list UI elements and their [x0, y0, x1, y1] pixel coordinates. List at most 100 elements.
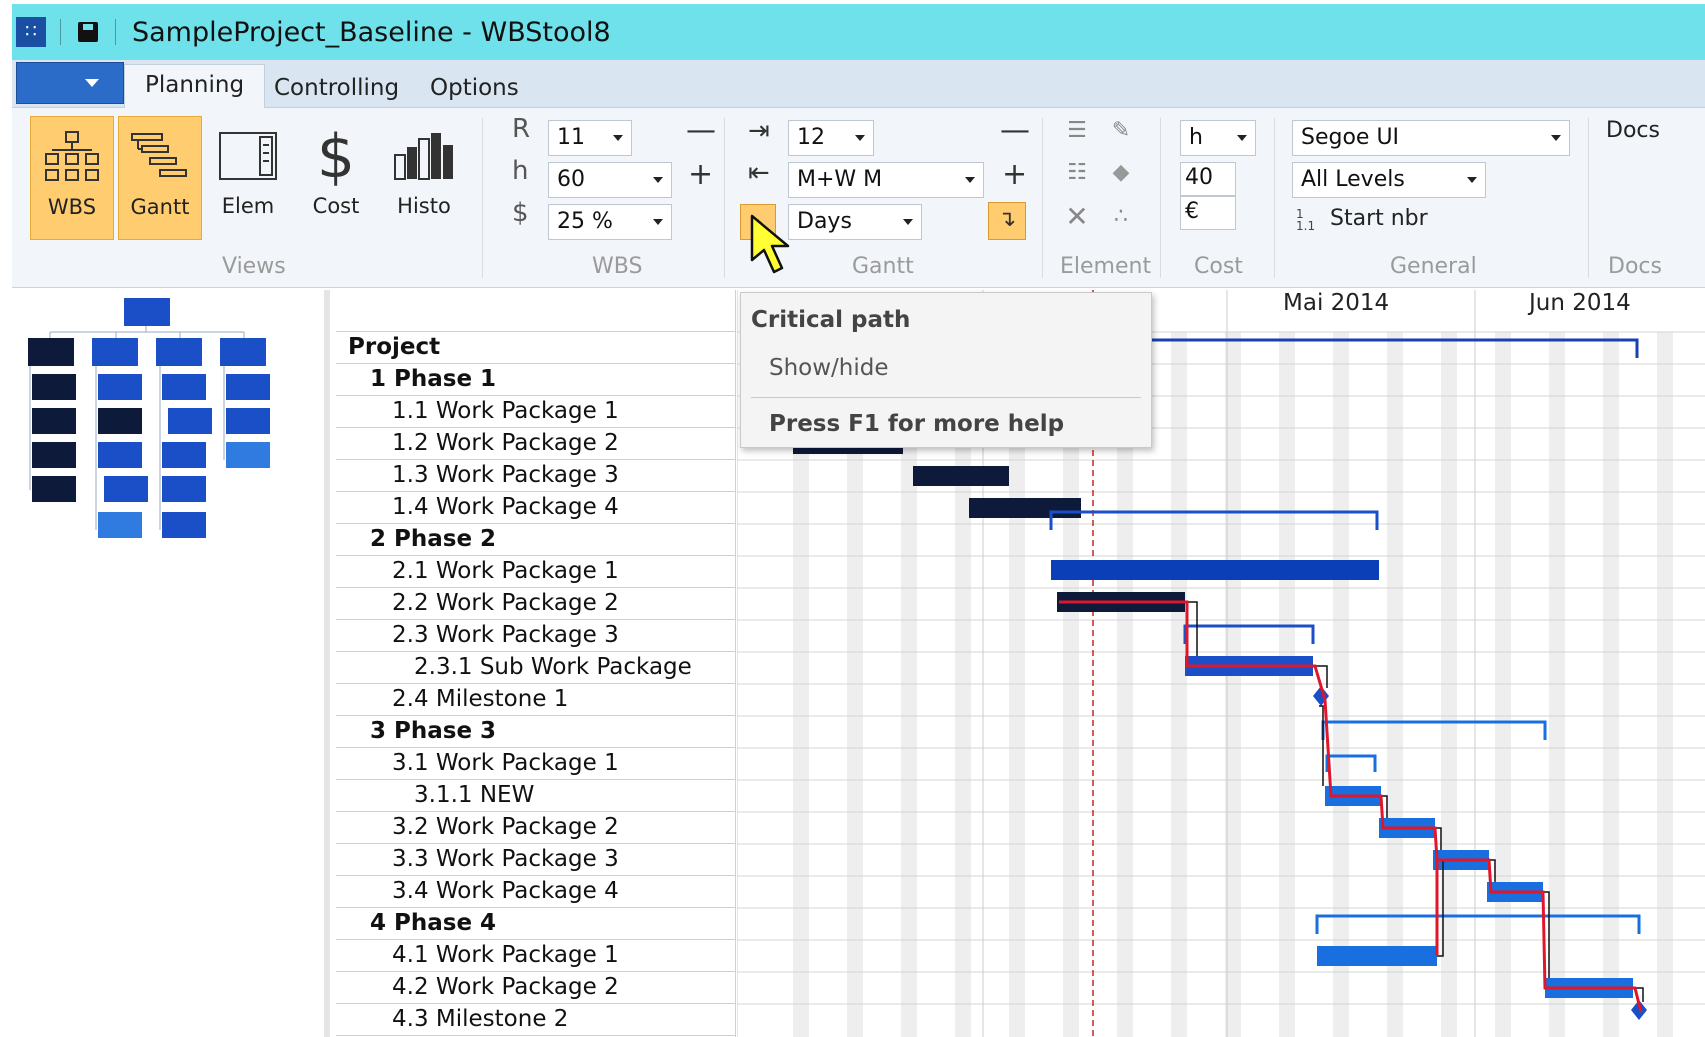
wbs-zoom-in-button[interactable]: +	[688, 160, 713, 190]
chevron-down-icon	[1467, 177, 1477, 183]
gantt-view-button[interactable]: Gantt	[118, 116, 202, 240]
task-row[interactable]: 2.1 Work Package 1	[336, 556, 736, 588]
cost-amount-input[interactable]: 40	[1180, 162, 1236, 196]
wbs-zoom-value: 25 %	[557, 209, 613, 234]
indent-right-icon[interactable]: ⇥	[748, 118, 770, 144]
histo-view-button[interactable]: Histo	[382, 116, 466, 240]
histogram-icon	[382, 120, 466, 194]
elem-view-label: Elem	[221, 194, 275, 218]
tooltip-body: Show/hide	[769, 355, 889, 381]
title-bar: ∷ SampleProject_Baseline - WBStool8	[12, 4, 1705, 60]
gantt-row-height-select[interactable]: 12	[788, 120, 874, 156]
wbs-zoom-out-button[interactable]: —	[686, 116, 716, 146]
wbs-tree-pane[interactable]	[12, 290, 330, 1037]
task-row[interactable]: 3.1 Work Package 1	[336, 748, 736, 780]
phase-summary-bar	[1049, 510, 1379, 530]
gantt-scale-select[interactable]: M+W M	[788, 162, 984, 198]
tab-options[interactable]: Options	[410, 68, 539, 109]
task-row[interactable]: 2 Phase 2	[336, 524, 736, 556]
titlebar-separator	[60, 19, 61, 45]
task-row[interactable]: 1.4 Work Package 4	[336, 492, 736, 524]
phase-summary-bar	[1315, 914, 1641, 934]
task-row[interactable]: 1.1 Work Package 1	[336, 396, 736, 428]
tooltip-separator	[751, 397, 1141, 398]
task-row[interactable]: 2.3.1 Sub Work Package	[336, 652, 736, 684]
file-menu-button[interactable]	[16, 62, 124, 104]
task-row[interactable]: 2.2 Work Package 2	[336, 588, 736, 620]
group-separator	[1274, 118, 1275, 278]
element-tree-icon[interactable]: ☷	[1064, 160, 1090, 186]
task-row[interactable]: 3.1.1 NEW	[336, 780, 736, 812]
docs-button[interactable]: Docs	[1606, 118, 1660, 143]
indent-left-icon[interactable]: ⇤	[748, 160, 770, 186]
link-dependency-button[interactable]: ↴	[988, 202, 1026, 240]
task-row[interactable]: 2.4 Milestone 1	[336, 684, 736, 716]
tab-planning[interactable]: Planning	[124, 64, 266, 109]
save-icon[interactable]	[75, 19, 101, 45]
general-group-label: General	[1390, 254, 1477, 279]
task-row[interactable]: 3 Phase 3	[336, 716, 736, 748]
task-row[interactable]: 1 Phase 1	[336, 364, 736, 396]
gantt-zoom-in-button[interactable]: +	[1002, 160, 1027, 190]
task-row[interactable]: 2.3 Work Package 3	[336, 620, 736, 652]
task-row[interactable]: 4.1 Work Package 1	[336, 940, 736, 972]
task-row[interactable]: 4 Phase 4	[336, 908, 736, 940]
tooltip-help: Press F1 for more help	[769, 411, 1065, 437]
chevron-down-icon	[1237, 135, 1247, 141]
task-row[interactable]: 3.4 Work Package 4	[336, 876, 736, 908]
org-chart-icon[interactable]: ∴	[1108, 204, 1134, 230]
gantt-group-label: Gantt	[852, 254, 914, 279]
h-select-value: 60	[557, 167, 585, 192]
dollar-label: $	[512, 198, 529, 228]
gantt-bar[interactable]	[1051, 560, 1379, 580]
edit-icon[interactable]: ✎	[1108, 118, 1134, 144]
app-menu-icon[interactable]: ∷	[16, 17, 46, 47]
mouse-cursor-icon	[750, 214, 790, 274]
start-nbr-button[interactable]: Start nbr	[1330, 206, 1428, 231]
gantt-unit-select[interactable]: Days	[788, 204, 922, 240]
task-row[interactable]: 4.2 Work Package 2	[336, 972, 736, 1004]
task-row[interactable]: 1.3 Work Package 3	[336, 460, 736, 492]
wbs-view-button[interactable]: WBS	[30, 116, 114, 240]
chevron-down-icon	[855, 135, 865, 141]
cost-unit-select[interactable]: h	[1180, 120, 1256, 156]
group-separator	[1588, 118, 1589, 278]
docs-group-label: Docs	[1608, 254, 1662, 279]
task-row[interactable]: 1.2 Work Package 2	[336, 428, 736, 460]
delete-icon[interactable]: ✕	[1064, 203, 1090, 231]
elem-view-button[interactable]: Elem	[206, 116, 290, 240]
levels-select[interactable]: All Levels	[1292, 162, 1486, 198]
numbering-icon: 1 1.1	[1296, 207, 1316, 233]
element-stack-icon[interactable]: ☰	[1064, 118, 1090, 144]
phase-summary-bar	[1321, 720, 1547, 740]
font-select[interactable]: Segoe UI	[1292, 120, 1570, 156]
element-icon	[206, 120, 290, 194]
chevron-down-icon	[965, 177, 975, 183]
task-row[interactable]: 3.3 Work Package 3	[336, 844, 736, 876]
h-select[interactable]: 60	[548, 162, 672, 198]
gantt-bar[interactable]	[969, 498, 1081, 518]
cost-view-button[interactable]: $ Cost	[294, 116, 378, 240]
task-row[interactable]: 4.3 Milestone 2	[336, 1004, 736, 1036]
task-row[interactable]: 3.2 Work Package 2	[336, 812, 736, 844]
chevron-down-icon	[903, 219, 913, 225]
chevron-down-icon	[653, 177, 663, 183]
critical-path-tooltip: Critical path Show/hide Press F1 for mor…	[740, 292, 1152, 448]
milestone-diamond-icon[interactable]: ◆	[1108, 160, 1134, 186]
task-row[interactable]: Project	[336, 332, 736, 364]
gantt-bar[interactable]	[913, 466, 1009, 486]
gantt-bar[interactable]	[1317, 946, 1437, 966]
r-select[interactable]: 11	[548, 120, 632, 156]
gantt-view-label: Gantt	[130, 195, 190, 219]
group-separator	[724, 118, 725, 278]
chevron-down-icon	[1551, 135, 1561, 141]
cost-group-label: Cost	[1194, 254, 1243, 279]
gantt-zoom-out-button[interactable]: —	[1000, 116, 1030, 146]
levels-select-value: All Levels	[1301, 167, 1405, 192]
chevron-down-icon	[653, 219, 663, 225]
currency-input[interactable]: €	[1180, 196, 1236, 230]
chevron-down-icon	[613, 135, 623, 141]
wbs-zoom-select[interactable]: 25 %	[548, 204, 672, 240]
tooltip-title: Critical path	[751, 307, 911, 333]
tab-controlling[interactable]: Controlling	[254, 68, 419, 109]
